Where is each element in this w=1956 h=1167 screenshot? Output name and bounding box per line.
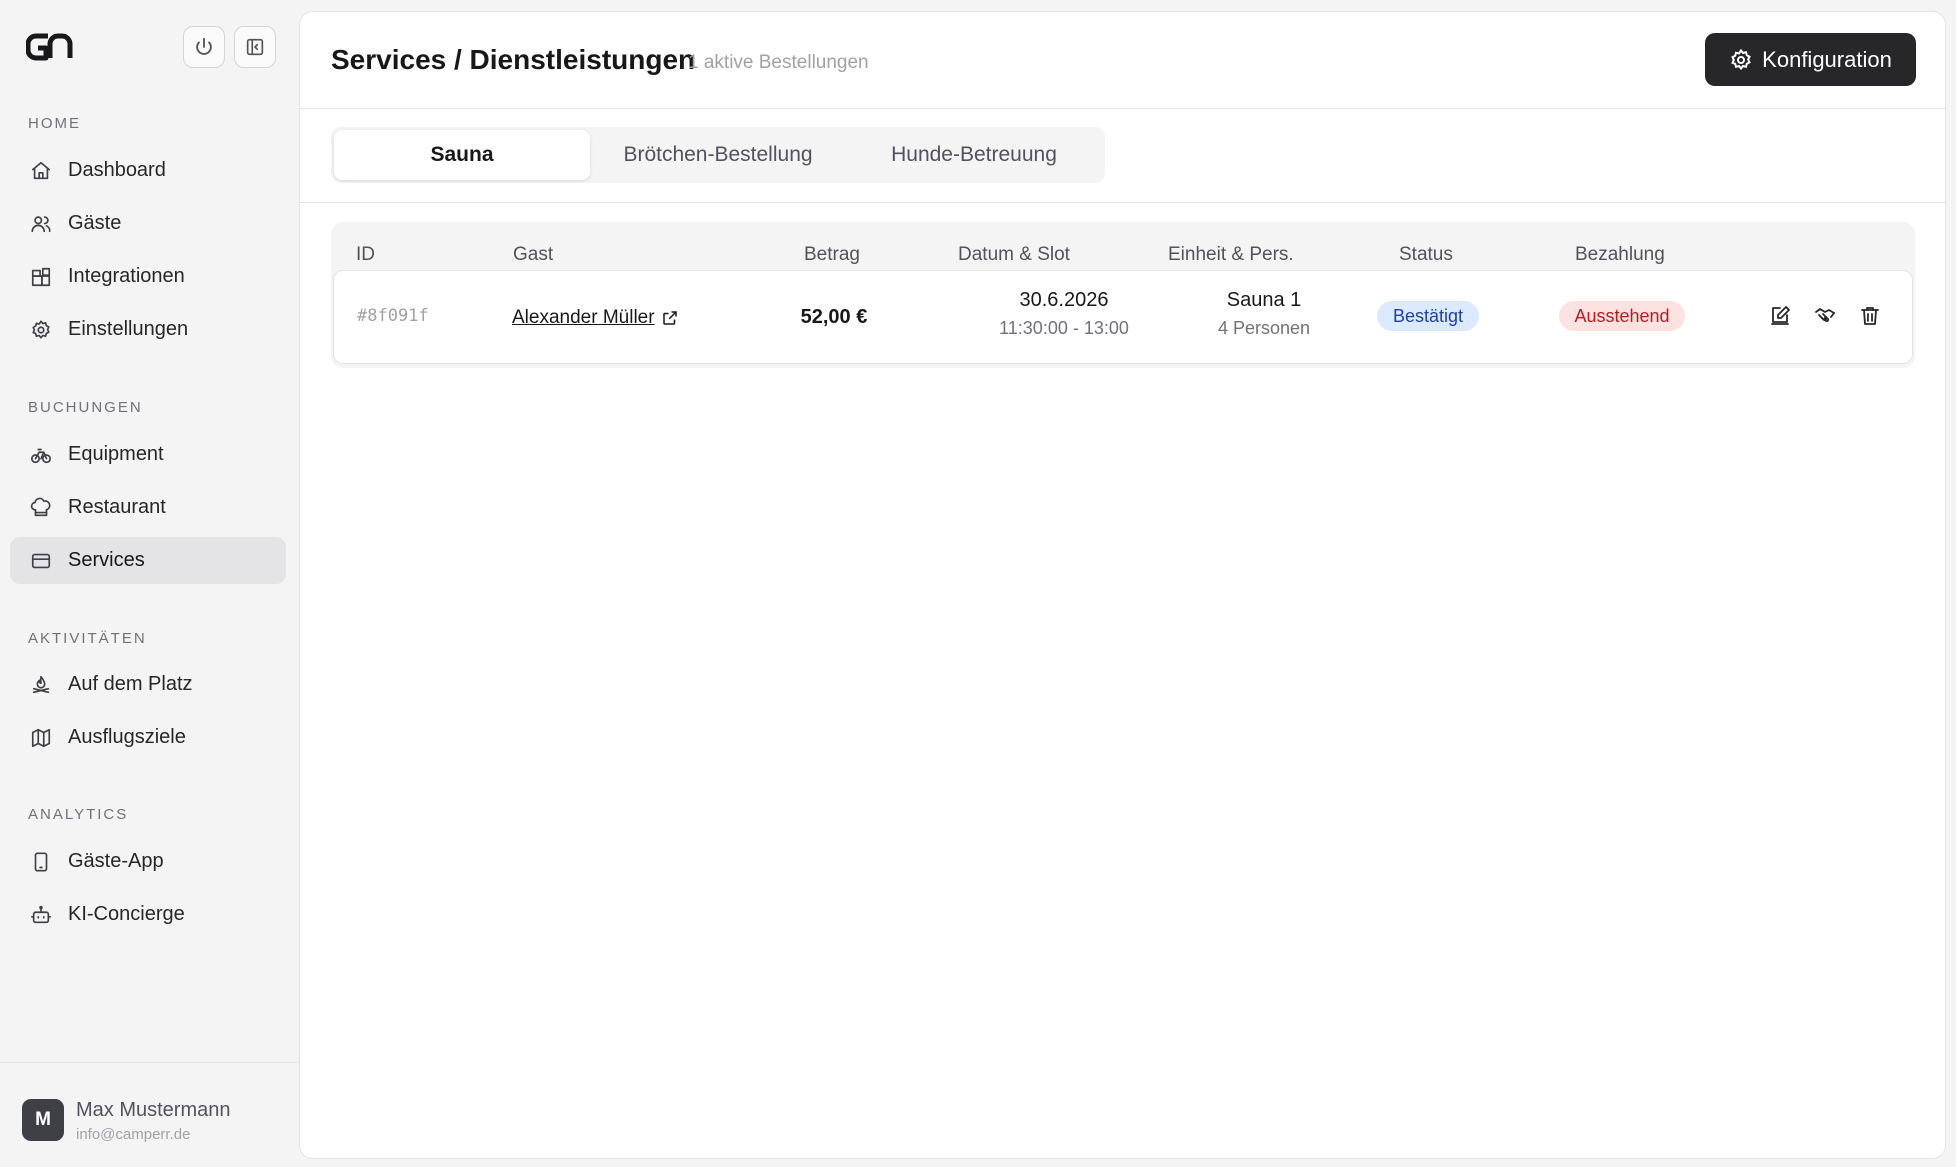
external-link-icon [662, 311, 677, 325]
page-title: Services / Dienstleistungen [331, 44, 696, 75]
order-amount: 52,00 € [800, 306, 868, 328]
sidebar-item-services[interactable]: Services [10, 537, 286, 584]
sidebar-item-ki-concierge[interactable]: KI-Concierge [10, 891, 286, 938]
column-header-gast: Gast [513, 244, 554, 265]
collapse-sidebar-button[interactable] [234, 26, 276, 68]
sidebar-collapse-icon [246, 38, 264, 56]
gear-icon [28, 317, 54, 343]
edit-icon [1771, 306, 1790, 325]
guest-link[interactable]: Alexander Müller [512, 307, 679, 329]
sidebar-item-equipment[interactable]: Equipment [10, 431, 286, 478]
map-icon [28, 725, 54, 751]
section-label-buchungen: BUCHUNGEN [28, 399, 143, 416]
sidebar-item-label: Equipment [68, 443, 164, 465]
section-label-home: HOME [28, 115, 81, 132]
sidebar-item-label: Einstellungen [68, 318, 189, 340]
home-icon [28, 158, 54, 184]
card-icon [28, 548, 54, 574]
users-icon [28, 211, 54, 237]
avatar: M [22, 1099, 64, 1141]
section-label-aktivitaeten: AKTIVITÄTEN [28, 630, 147, 647]
sidebar-item-label: Auf dem Platz [68, 673, 193, 695]
active-orders-count: 1 aktive Bestellungen [688, 52, 869, 73]
delete-button[interactable] [1856, 302, 1884, 330]
order-unit: Sauna 1 [1226, 289, 1302, 311]
service-tabs: Sauna Brötchen-Bestellung Hunde-Betreuun… [331, 127, 1105, 183]
konfiguration-label: Konfiguration [1762, 46, 1892, 72]
sidebar-item-label: Restaurant [68, 496, 166, 518]
order-persons: 4 Personen [1217, 318, 1311, 338]
order-date: 30.6.2026 [1019, 289, 1109, 311]
power-button[interactable] [183, 26, 225, 68]
handshake-button[interactable] [1811, 302, 1839, 330]
orders-table: ID Gast Betrag Datum & Slot Einheit & Pe… [331, 222, 1915, 368]
page-header: Services / Dienstleistungen 1 aktive Bes… [300, 12, 1945, 109]
sidebar-item-integrationen[interactable]: Integrationen [10, 253, 286, 300]
sidebar-item-einstellungen[interactable]: Einstellungen [10, 306, 286, 353]
section-label-analytics: ANALYTICS [28, 806, 129, 823]
tab-sauna[interactable]: Sauna [334, 130, 590, 180]
power-icon [196, 37, 212, 55]
sidebar: HOME Dashboard Gäste Integrationen Einst… [0, 0, 298, 1167]
sidebar-item-label: Gäste-App [68, 850, 164, 872]
table-row[interactable]: #8f091f Alexander Müller 52,00 € 30.6.20… [333, 270, 1913, 364]
bike-icon [28, 442, 54, 468]
sidebar-item-dashboard[interactable]: Dashboard [10, 147, 286, 194]
phone-icon [28, 849, 54, 875]
tab-broetchen-bestellung[interactable]: Brötchen-Bestellung [590, 130, 846, 180]
sidebar-item-label: Integrationen [68, 265, 185, 287]
column-header-datum-slot: Datum & Slot [958, 244, 1070, 265]
status-badge: Bestätigt [1377, 301, 1479, 331]
sidebar-item-auf-dem-platz[interactable]: Auf dem Platz [10, 661, 286, 708]
gear-icon [1731, 48, 1751, 70]
konfiguration-button[interactable]: Konfiguration [1705, 33, 1916, 86]
sidebar-item-label: KI-Concierge [68, 903, 185, 925]
sidebar-item-label: Ausflugsziele [68, 726, 186, 748]
campfire-icon [28, 672, 54, 698]
sidebar-item-ausflugsziele[interactable]: Ausflugsziele [10, 714, 286, 761]
date-slot-cell: 30.6.2026 11:30:00 - 13:00 [964, 289, 1164, 339]
sidebar-item-label: Dashboard [68, 159, 166, 181]
user-profile[interactable]: M Max Mustermann info@camperr.de [0, 1062, 298, 1167]
column-header-id: ID [356, 244, 375, 265]
sidebar-item-label: Services [68, 549, 145, 571]
unit-persons-cell: Sauna 1 4 Personen [1164, 289, 1364, 339]
column-header-status: Status [1399, 244, 1453, 265]
order-id: #8f091f [357, 306, 429, 326]
sidebar-item-label: Gäste [68, 212, 122, 234]
guest-name: Alexander Müller [512, 307, 655, 328]
column-header-einheit-pers: Einheit & Pers. [1168, 244, 1294, 265]
column-header-betrag: Betrag [804, 244, 860, 265]
tab-hunde-betreuung[interactable]: Hunde-Betreuung [846, 130, 1102, 180]
payment-badge: Ausstehend [1559, 301, 1685, 331]
chef-hat-icon [28, 495, 54, 521]
user-name: Max Mustermann [76, 1099, 231, 1121]
sidebar-item-gaeste[interactable]: Gäste [10, 200, 286, 247]
app-logo[interactable] [26, 30, 74, 64]
blocks-icon [28, 264, 54, 290]
sidebar-item-restaurant[interactable]: Restaurant [10, 484, 286, 531]
tabs-bar: Sauna Brötchen-Bestellung Hunde-Betreuun… [300, 110, 1945, 203]
edit-button[interactable] [1766, 302, 1794, 330]
trash-icon [1861, 307, 1879, 325]
handshake-icon [1815, 308, 1835, 323]
main-panel: Services / Dienstleistungen 1 aktive Bes… [299, 11, 1946, 1159]
user-email: info@camperr.de [76, 1126, 191, 1143]
order-slot: 11:30:00 - 13:00 [999, 318, 1129, 338]
sidebar-item-gaeste-app[interactable]: Gäste-App [10, 838, 286, 885]
bot-icon [28, 902, 54, 928]
column-header-bezahlung: Bezahlung [1575, 244, 1665, 265]
